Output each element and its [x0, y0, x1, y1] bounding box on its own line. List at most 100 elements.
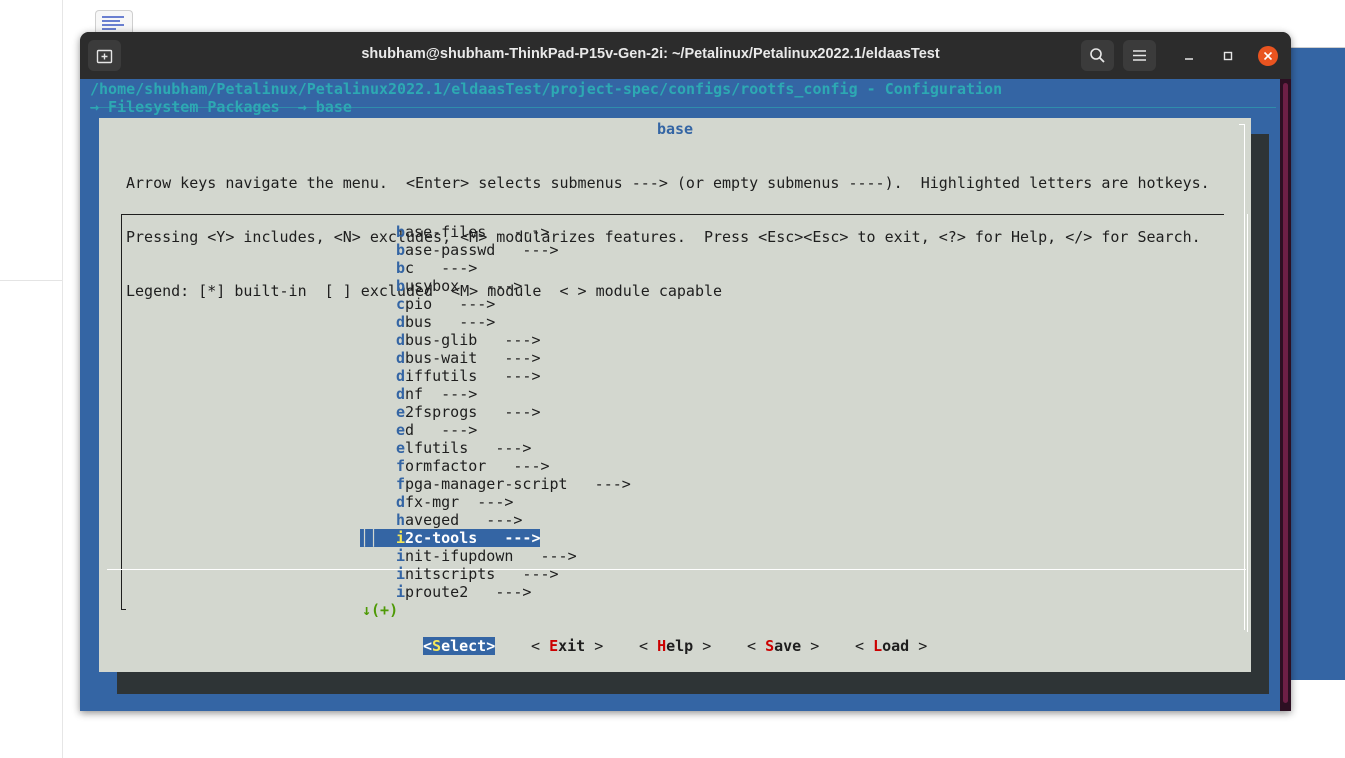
btn-bracket: >	[801, 637, 820, 655]
menuconfig-dialog: base Arrow keys navigate the menu. <Ente…	[99, 118, 1251, 672]
menu-item[interactable]: base-passwd --->	[396, 241, 631, 259]
menu-item-hotkey: f	[396, 457, 406, 475]
menu-item-label: ormfactor --->	[405, 457, 550, 475]
terminal-area[interactable]: /home/shubham/Petalinux/Petalinux2022.1/…	[80, 79, 1291, 711]
btn-label: elp	[666, 637, 694, 655]
search-button[interactable]	[1081, 40, 1114, 71]
menu-item-label: d --->	[405, 421, 478, 439]
menu-items: base-files ---> base-passwd ---> bc ---> bu…	[360, 223, 631, 601]
btn-hotkey: H	[657, 637, 667, 655]
minimize-button[interactable]	[1179, 46, 1199, 66]
menu-item[interactable]: formfactor --->	[396, 457, 631, 475]
menu-item[interactable]: ed --->	[396, 421, 631, 439]
close-button[interactable]	[1258, 46, 1278, 66]
btn-bracket: <	[639, 637, 658, 655]
help-button[interactable]: < Help >	[639, 637, 711, 655]
title-bar: shubham@shubham-ThinkPad-P15v-Gen-2i: ~/…	[80, 32, 1291, 79]
menu-item-label: pga-manager-script --->	[405, 475, 631, 493]
menu-item-label: nitscripts --->	[405, 565, 559, 583]
menu-item-label: ase-passwd --->	[405, 241, 559, 259]
menu-item-label: bus --->	[405, 313, 496, 331]
btn-bracket: >	[693, 637, 712, 655]
menu-item-hotkey: d	[396, 349, 406, 367]
menu-item[interactable]: init-ifupdown --->	[396, 547, 631, 565]
menu-item-label: nf --->	[405, 385, 478, 403]
menu-item[interactable]: dnf --->	[396, 385, 631, 403]
menu-item[interactable]: diffutils --->	[396, 367, 631, 385]
btn-hotkey: S	[765, 637, 775, 655]
minimize-icon	[1185, 58, 1193, 60]
menu-item[interactable]: dbus --->	[396, 313, 631, 331]
config-path: /home/shubham/Petalinux/Petalinux2022.1/…	[90, 80, 1003, 98]
menu-box	[121, 214, 1248, 632]
btn-bracket: <	[747, 637, 766, 655]
btn-hotkey: L	[873, 637, 883, 655]
more-items-indicator: ↓(+)	[362, 601, 399, 619]
selection-bars: ││	[360, 529, 388, 547]
menu-item-selected[interactable]: ││ i2c-tools --->	[360, 529, 631, 547]
menu-item-label: aveged --->	[405, 511, 523, 529]
menu-item[interactable]: dbus-glib --->	[396, 331, 631, 349]
select-button[interactable]: <Select>	[423, 637, 496, 655]
load-button[interactable]: < Load >	[855, 637, 927, 655]
menu-item-label: lfutils --->	[405, 439, 532, 457]
btn-bracket: <	[531, 637, 550, 655]
menu-item[interactable]: initscripts --->	[396, 565, 631, 583]
menu-button[interactable]	[1123, 40, 1156, 71]
menu-item-hotkey: d	[396, 331, 406, 349]
menu-item-hotkey: e	[396, 421, 406, 439]
menu-item[interactable]: e2fsprogs --->	[396, 403, 631, 421]
desktop-divider	[0, 280, 62, 281]
btn-hotkey: E	[549, 637, 559, 655]
menu-item-label: usybox --->	[405, 277, 523, 295]
close-icon	[1263, 51, 1273, 61]
btn-label: elect	[441, 637, 487, 655]
window-title: shubham@shubham-ThinkPad-P15v-Gen-2i: ~/…	[361, 46, 940, 62]
menu-item[interactable]: fpga-manager-script --->	[396, 475, 631, 493]
save-button[interactable]: < Save >	[747, 637, 819, 655]
menu-item[interactable]: haveged --->	[396, 511, 631, 529]
menu-item-hotkey: i	[396, 529, 406, 547]
menu-item[interactable]: elfutils --->	[396, 439, 631, 457]
breadcrumb-divider	[90, 107, 1276, 108]
help-line: Arrow keys navigate the menu. <Enter> se…	[126, 174, 1210, 192]
btn-bracket: <	[855, 637, 874, 655]
menu-item[interactable]: cpio --->	[396, 295, 631, 313]
new-tab-icon	[96, 49, 113, 64]
menu-item[interactable]: busybox --->	[396, 277, 631, 295]
menu-item-hotkey: d	[396, 313, 406, 331]
menu-item-hotkey: f	[396, 475, 406, 493]
desktop-left-panel	[0, 0, 63, 758]
menu-item-hotkey: c	[396, 295, 406, 313]
menu-item-label: bus-wait --->	[405, 349, 541, 367]
menu-item-label: 2c-tools --->	[405, 529, 541, 547]
menu-item-label: iffutils --->	[405, 367, 541, 385]
menu-item-hotkey: h	[396, 511, 406, 529]
menu-item[interactable]: iproute2 --->	[396, 583, 631, 601]
document-icon[interactable]	[95, 10, 133, 33]
button-row-divider	[107, 569, 1246, 570]
menu-item-hotkey: d	[396, 367, 406, 385]
menu-item-hotkey: d	[396, 385, 406, 403]
maximize-button[interactable]	[1218, 46, 1238, 66]
dialog-title: base	[656, 120, 694, 138]
menu-item[interactable]: dfx-mgr --->	[396, 493, 631, 511]
menu-item-label: pio --->	[405, 295, 496, 313]
btn-bracket: >	[486, 637, 496, 655]
menu-item-label: 2fsprogs --->	[405, 403, 541, 421]
menu-item-hotkey: i	[396, 547, 406, 565]
menu-item-label: proute2 --->	[405, 583, 532, 601]
new-tab-button[interactable]	[88, 40, 121, 71]
menu-item[interactable]: bc --->	[396, 259, 631, 277]
btn-label: xit	[558, 637, 586, 655]
terminal-scrollbar[interactable]	[1280, 79, 1291, 711]
maximize-icon	[1223, 51, 1233, 61]
menu-item-hotkey: i	[396, 583, 406, 601]
menu-item-hotkey: b	[396, 259, 406, 277]
menu-item-label: bus-glib --->	[405, 331, 541, 349]
btn-label: ave	[774, 637, 802, 655]
btn-bracket: >	[585, 637, 604, 655]
menu-item[interactable]: dbus-wait --->	[396, 349, 631, 367]
exit-button[interactable]: < Exit >	[531, 637, 603, 655]
menu-item[interactable]: base-files --->	[396, 223, 631, 241]
